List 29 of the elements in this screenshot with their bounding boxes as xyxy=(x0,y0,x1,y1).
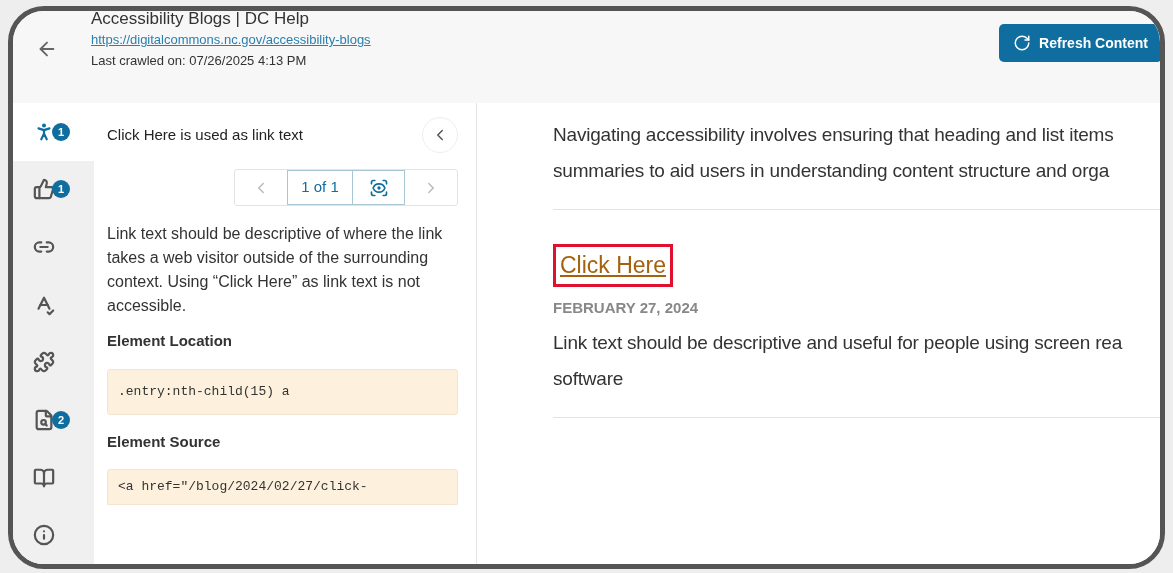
page-url-link[interactable]: https://digitalcommons.nc.gov/accessibility-blogs xyxy=(91,29,371,51)
sidebar-tab[interactable]: 1 xyxy=(13,103,94,161)
post-summary: Link text should be descriptive and useful for people using screen rea xyxy=(553,331,1124,355)
page-title: Accessibility Blogs | DC Help xyxy=(91,11,310,29)
count-badge: 1 xyxy=(52,122,70,141)
crawl-date: Last crawled on: 07/26/2025 4:13 PM xyxy=(91,52,308,70)
section-heading: Element Source xyxy=(107,431,222,452)
intro-text: summaries to aid users in understanding content structure and orga xyxy=(553,159,1111,183)
post-title-link[interactable]: Click Here xyxy=(553,244,674,287)
issue-description: Link text should be descriptive of where the link takes a web visitor outside of the surrounding context. Using “Click Here” as link text is not accessible. xyxy=(107,224,444,316)
info-icon xyxy=(33,524,55,547)
focus-target-icon xyxy=(368,177,389,198)
thumbs-up-icon xyxy=(33,178,55,201)
count-badge: 2 xyxy=(52,410,70,429)
search-document-icon xyxy=(33,408,55,431)
reader-icon xyxy=(33,466,55,489)
intro-text: Navigating accessibility involves ensuring that heading and list items xyxy=(553,123,1115,147)
locate-button[interactable] xyxy=(353,170,405,205)
puzzle-icon xyxy=(33,351,55,374)
count-badge: 1 xyxy=(52,180,70,199)
pager-count: 1 of 1 xyxy=(287,170,353,205)
section-heading: Element Location xyxy=(107,331,234,351)
code-block: .entry:nth-child(15) a xyxy=(107,368,458,415)
issue-title: Click Here is used as link text xyxy=(107,124,303,145)
code-block: <a href="/blog/2024/02/27/click- xyxy=(107,469,458,505)
refresh-icon xyxy=(1013,34,1032,52)
post-summary: software xyxy=(553,367,625,391)
refresh-content-button[interactable]: Refresh Content xyxy=(999,24,1160,62)
post-date: FEBRUARY 27, 2024 xyxy=(553,297,700,318)
